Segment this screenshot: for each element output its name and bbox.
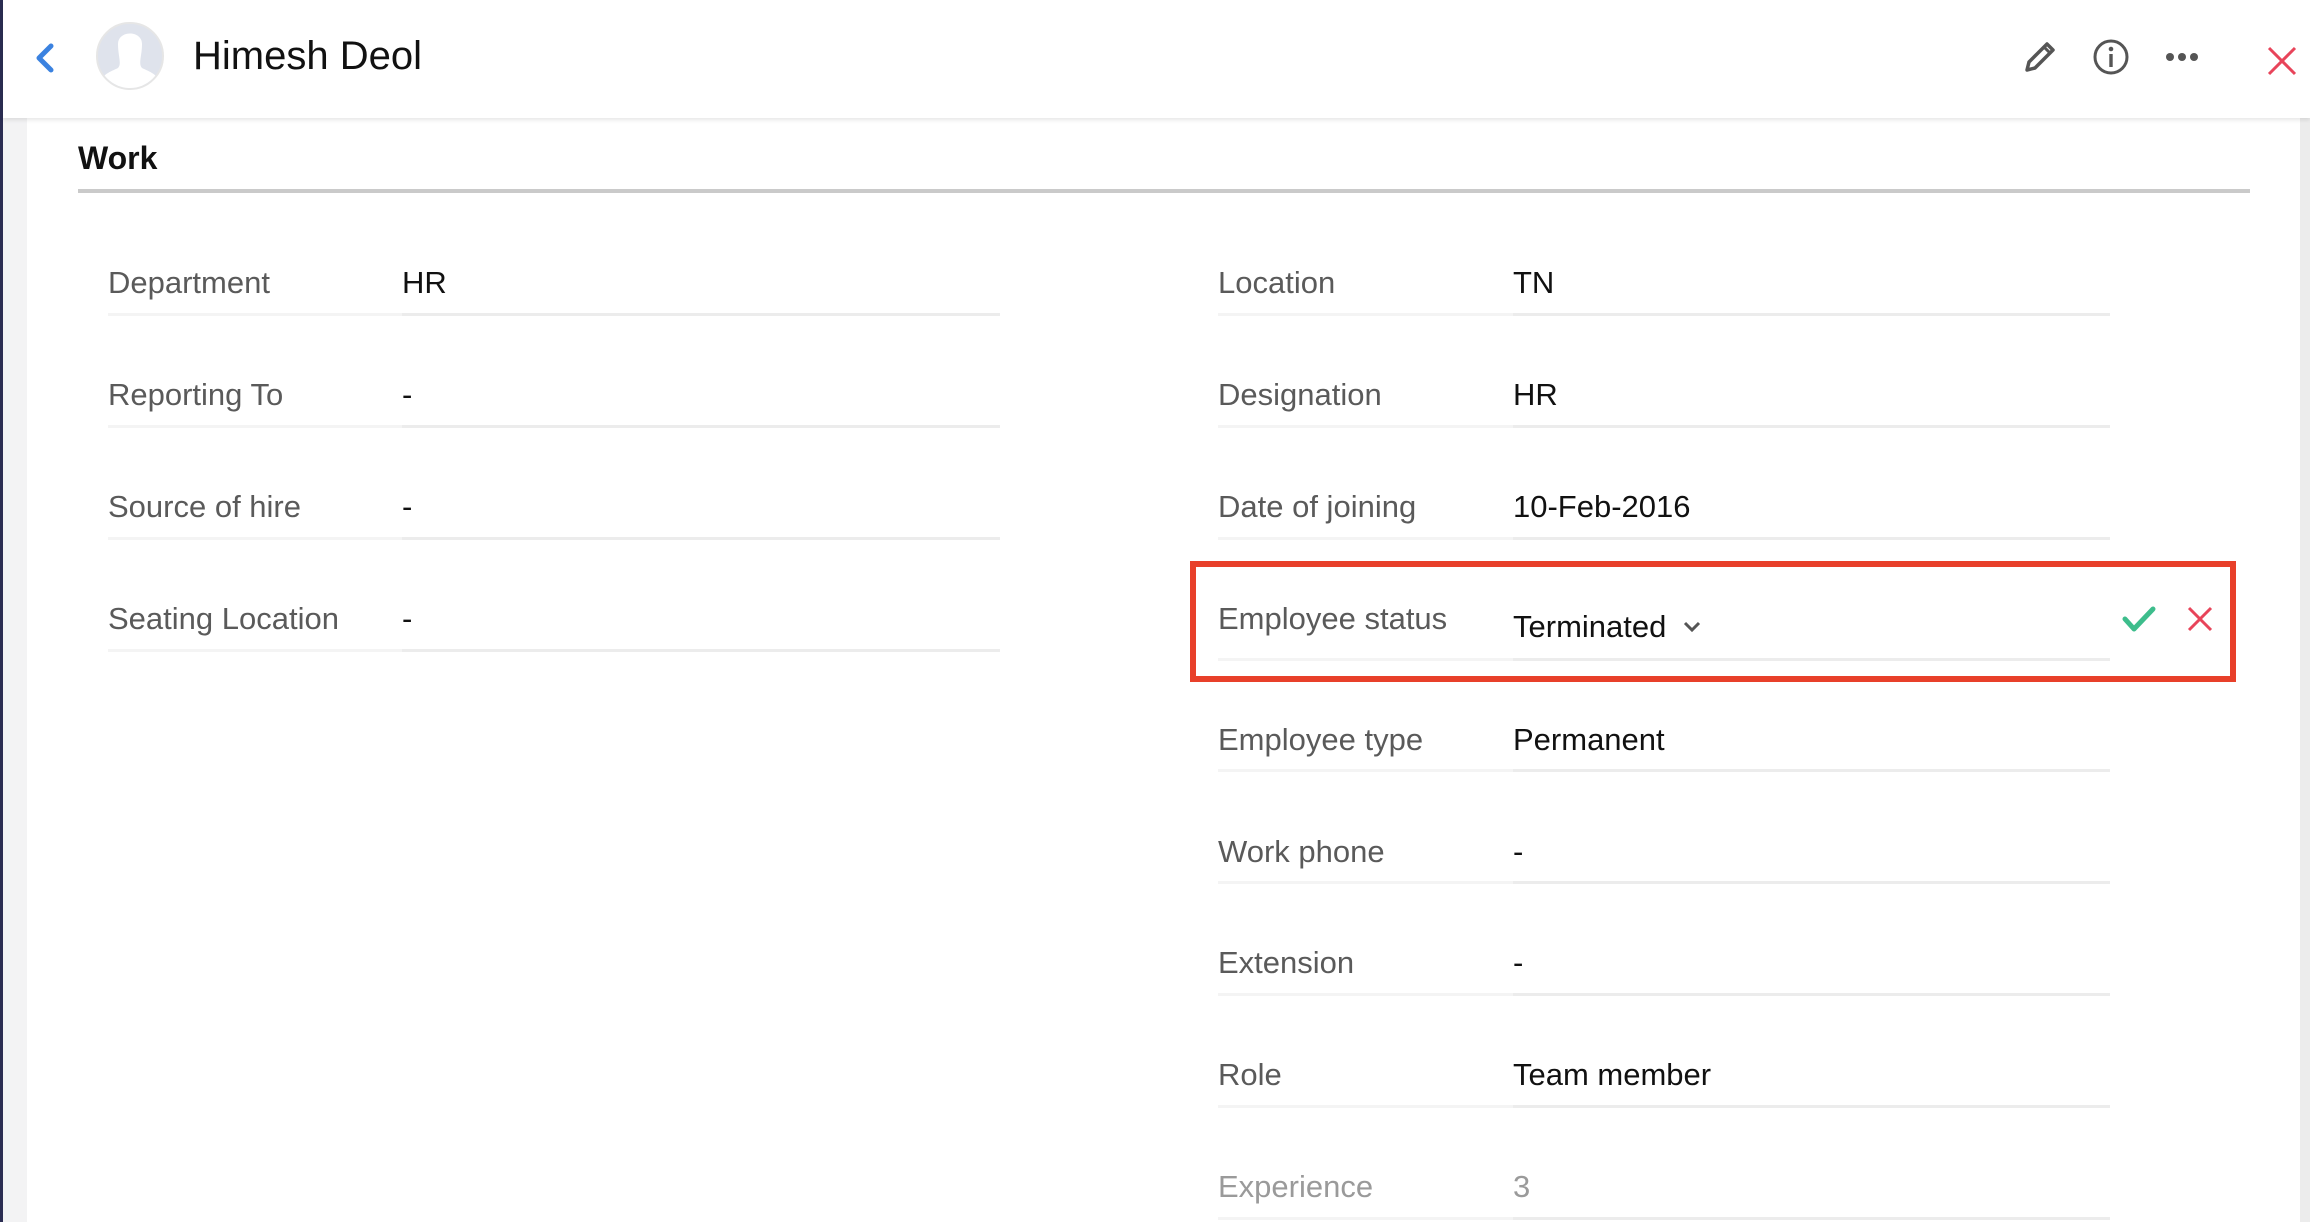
more-options-button[interactable] bbox=[2161, 36, 2203, 78]
cancel-edit-button[interactable] bbox=[2182, 601, 2218, 637]
field-value[interactable]: HR bbox=[1513, 375, 1558, 415]
field-label: Source of hire bbox=[108, 489, 301, 524]
avatar bbox=[96, 22, 164, 90]
row-divider bbox=[108, 649, 402, 652]
back-button[interactable] bbox=[31, 38, 61, 78]
value-underline bbox=[1513, 769, 2110, 772]
field-label: Experience bbox=[1218, 1169, 1374, 1204]
field-label: Work phone bbox=[1218, 834, 1385, 869]
field-value[interactable]: - bbox=[402, 375, 412, 415]
value-underline bbox=[402, 313, 1000, 316]
row-divider bbox=[1218, 881, 1513, 884]
section-title: Work bbox=[78, 140, 158, 176]
close-button[interactable] bbox=[2261, 40, 2303, 82]
value-underline bbox=[402, 537, 1000, 540]
value-underline bbox=[402, 425, 1000, 428]
row-divider bbox=[1218, 425, 1513, 428]
field-value[interactable]: HR bbox=[402, 263, 447, 303]
row-divider bbox=[1218, 537, 1513, 540]
section-divider bbox=[78, 189, 2250, 193]
field-label: Location bbox=[1218, 265, 1336, 300]
info-icon bbox=[2093, 39, 2129, 75]
field-value: 3 bbox=[1513, 1169, 1531, 1204]
employee-header: Himesh Deol bbox=[3, 0, 2310, 118]
value-underline bbox=[1513, 1105, 2110, 1108]
row-divider bbox=[108, 537, 402, 540]
row-divider bbox=[1218, 993, 1513, 996]
field-value[interactable]: Team member bbox=[1513, 1055, 1711, 1095]
highlight-box bbox=[1190, 561, 2236, 682]
value-underline bbox=[1513, 1217, 2110, 1220]
field-label: Seating Location bbox=[108, 601, 339, 636]
field-value[interactable]: - bbox=[402, 487, 412, 527]
value-underline bbox=[1513, 537, 2110, 540]
row-divider bbox=[1218, 1217, 1513, 1220]
user-silhouette-icon bbox=[98, 24, 162, 88]
employee-name: Himesh Deol bbox=[193, 34, 422, 78]
value-underline bbox=[1513, 313, 2110, 316]
value-underline bbox=[1513, 881, 2110, 884]
field-label: Designation bbox=[1218, 377, 1382, 412]
check-icon bbox=[2122, 606, 2156, 632]
field-value[interactable]: 10-Feb-2016 bbox=[1513, 487, 1691, 527]
field-value[interactable]: - bbox=[402, 599, 412, 639]
edit-button[interactable] bbox=[2019, 36, 2061, 78]
field-value[interactable]: TN bbox=[1513, 263, 1554, 303]
more-horizontal-icon bbox=[2166, 53, 2198, 61]
info-button[interactable] bbox=[2090, 36, 2132, 78]
field-label: Department bbox=[108, 265, 270, 300]
row-divider bbox=[108, 313, 402, 316]
row-divider bbox=[1218, 313, 1513, 316]
field-label: Employee type bbox=[1218, 722, 1424, 757]
row-divider bbox=[108, 425, 402, 428]
field-value[interactable]: Permanent bbox=[1513, 720, 1665, 760]
field-value[interactable]: - bbox=[1513, 943, 1523, 983]
field-value[interactable]: - bbox=[1513, 832, 1523, 872]
field-label: Reporting To bbox=[108, 377, 284, 412]
value-underline bbox=[1513, 993, 2110, 996]
confirm-edit-button[interactable] bbox=[2121, 601, 2157, 637]
field-label: Date of joining bbox=[1218, 489, 1417, 524]
row-divider bbox=[1218, 1105, 1513, 1108]
field-label: Role bbox=[1218, 1057, 1282, 1092]
pencil-icon bbox=[2025, 42, 2055, 72]
app-sidebar-edge bbox=[0, 0, 3, 1222]
value-underline bbox=[402, 649, 1000, 652]
close-icon bbox=[2267, 46, 2297, 76]
row-divider bbox=[1218, 769, 1513, 772]
close-icon bbox=[2187, 606, 2213, 632]
value-underline bbox=[1513, 425, 2110, 428]
field-label: Extension bbox=[1218, 945, 1355, 980]
chevron-left-icon bbox=[36, 43, 54, 73]
scrollbar-track[interactable] bbox=[2300, 118, 2310, 1222]
